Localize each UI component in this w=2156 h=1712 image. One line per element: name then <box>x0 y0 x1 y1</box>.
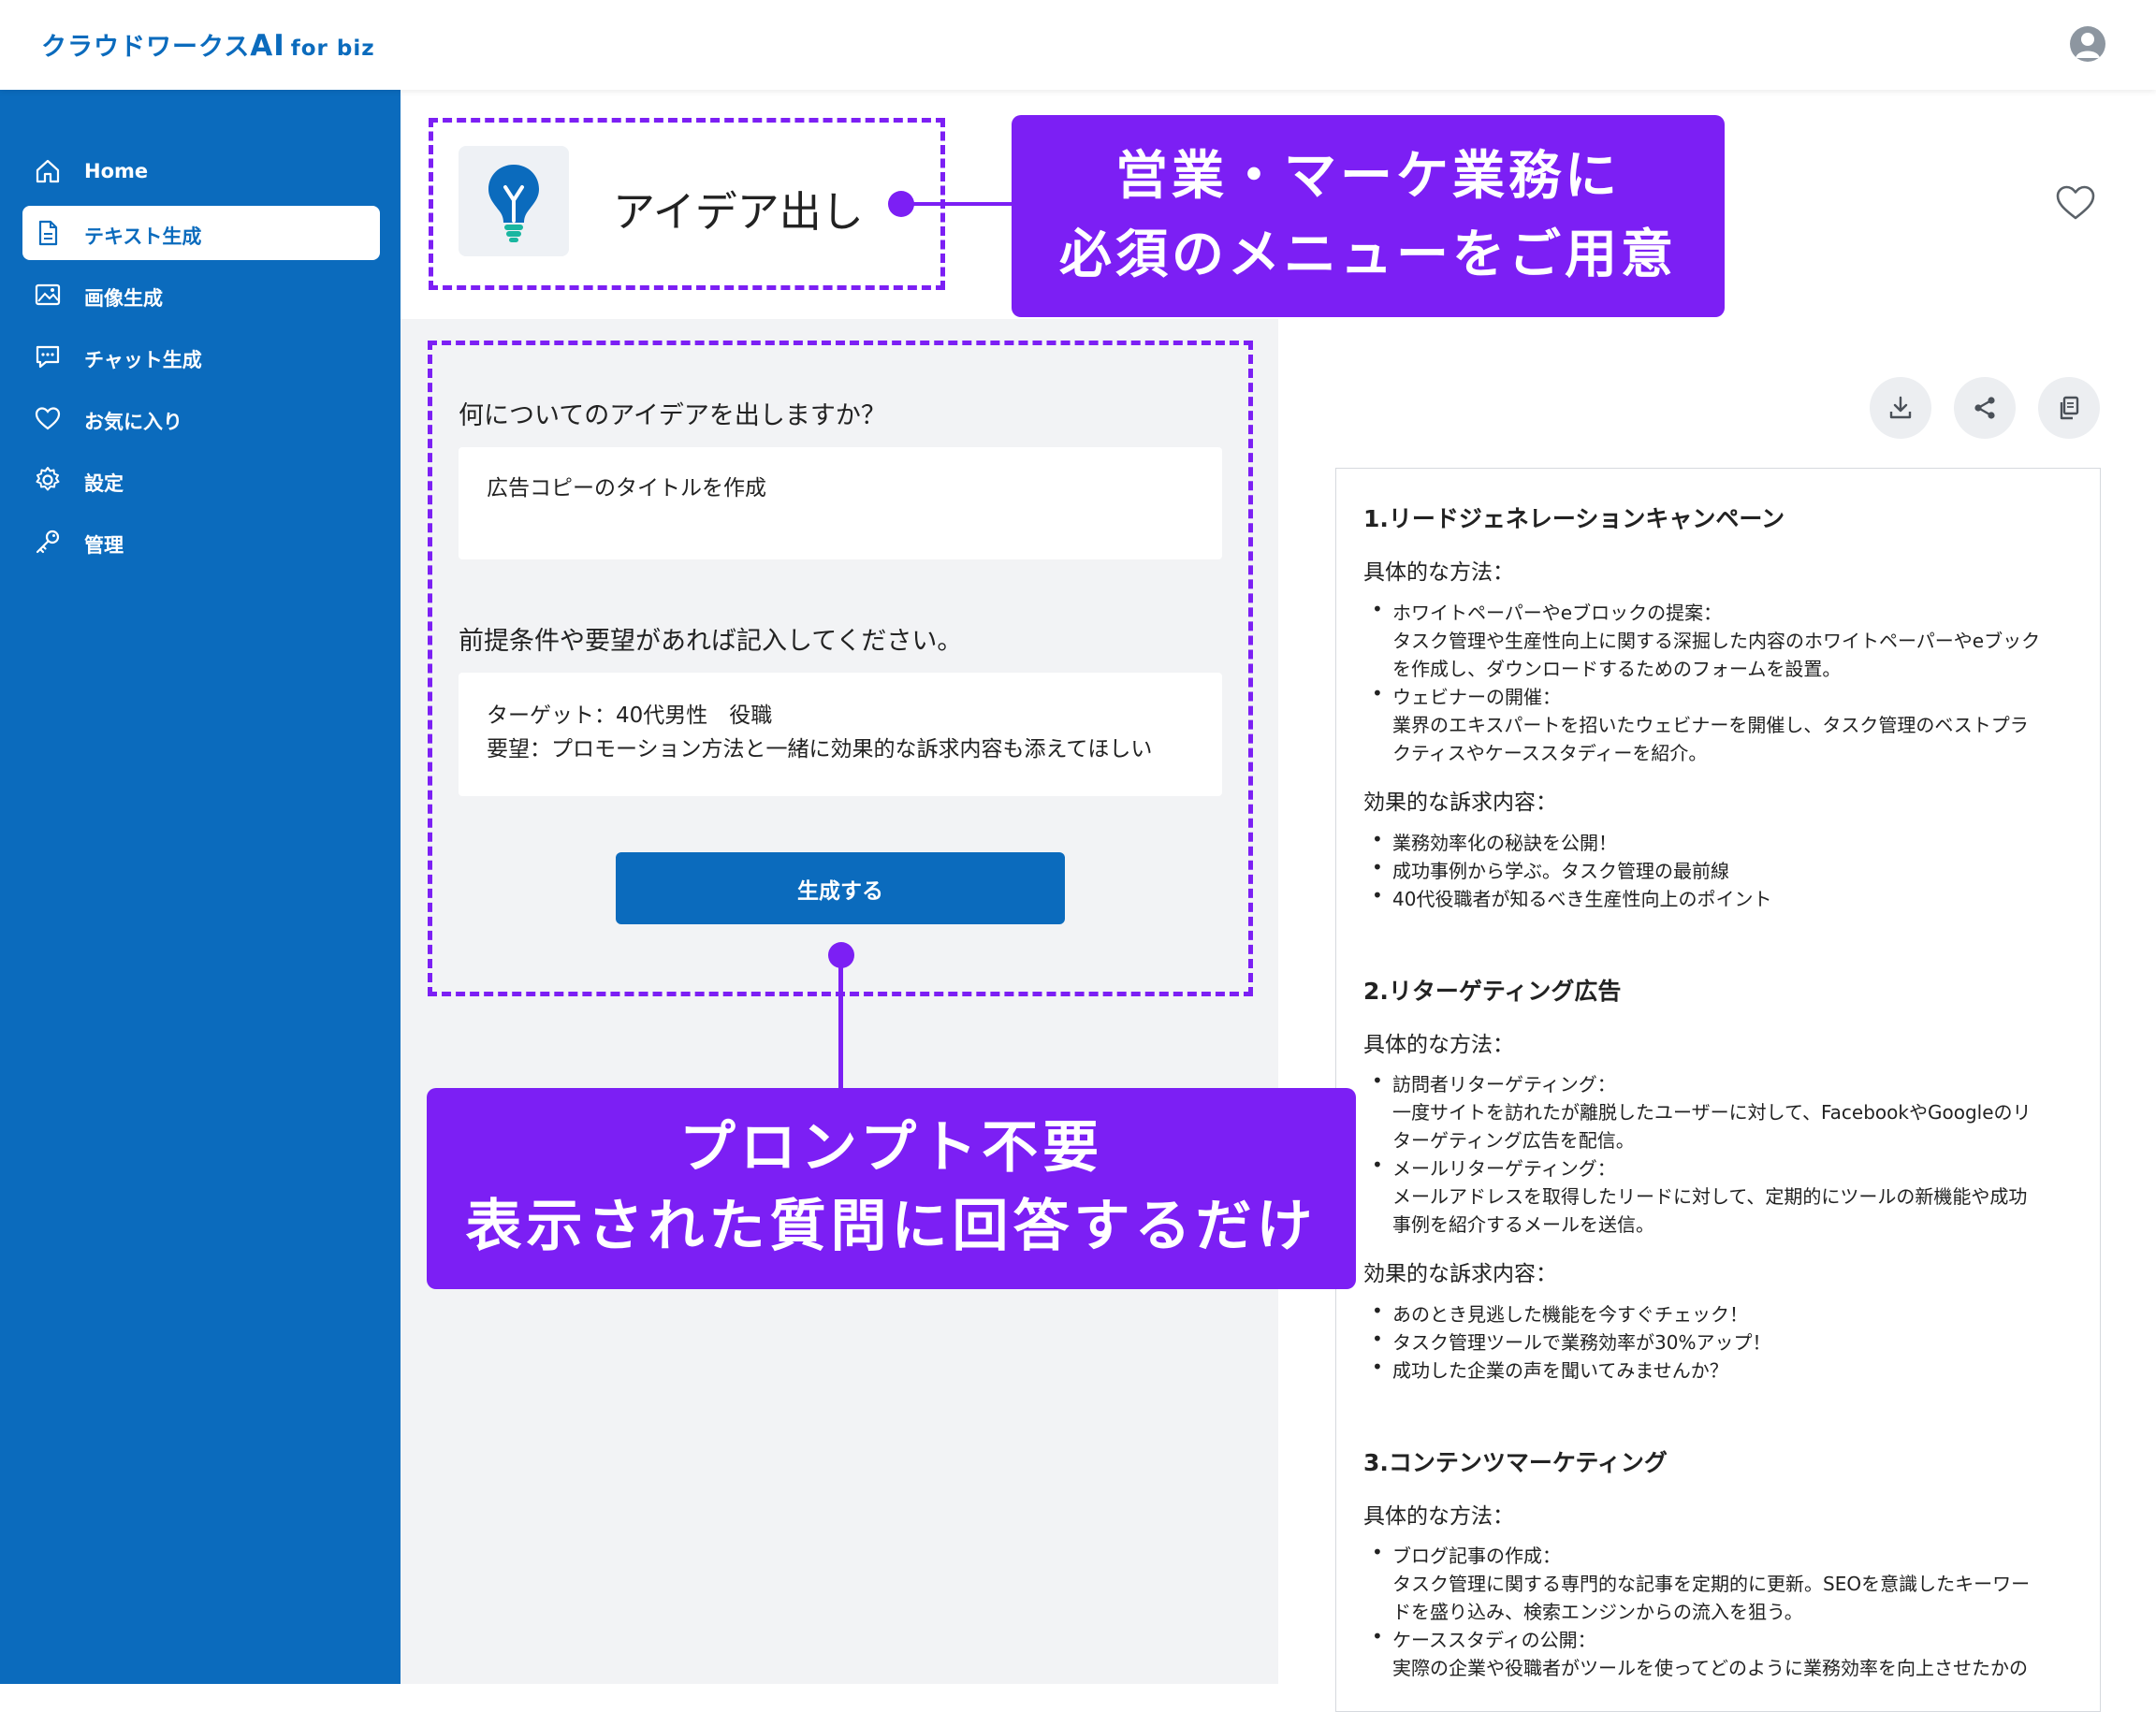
sidebar-item-label: お気に入り <box>84 411 182 433</box>
result-heading: 2.リターゲティング広告 <box>1363 978 1622 1005</box>
home-icon <box>36 159 60 183</box>
logo-biz: for biz <box>290 36 375 61</box>
download-button[interactable] <box>1870 377 1931 439</box>
share-button[interactable] <box>1954 377 2016 439</box>
callout-menu: 営業・マーケ業務に 必須のメニューをご用意 <box>1012 115 1725 317</box>
sidebar-item-chat-generation[interactable]: チャット生成 <box>22 329 380 384</box>
logo-text: クラウドワークス <box>41 33 251 62</box>
result-bullet-text: あのとき見逃した機能を今すぐチェック！ <box>1392 1303 1748 1326</box>
result-bullet-text: メールリターゲティング： <box>1392 1157 1616 1180</box>
sidebar-item-label: 画像生成 <box>84 287 163 310</box>
sidebar-item-home[interactable]: Home <box>22 144 380 198</box>
result-bullet-text: タスク管理ツールで業務効率が30%アップ！ <box>1392 1331 1771 1354</box>
image-icon <box>35 283 61 306</box>
result-text: クティスやケーススタディーを紹介。 <box>1392 742 1708 764</box>
highlight-frame-form <box>428 341 1253 996</box>
sidebar-item-image-generation[interactable]: 画像生成 <box>22 268 380 322</box>
result-bullet-text: 訪問者リターゲティング： <box>1392 1073 1616 1095</box>
result-bullet-text: 40代役職者が知るべき生産性向上のポイント <box>1392 888 1772 910</box>
result-text: タスク管理に関する専門的な記事を定期的に更新。SEOを意識したキーワー <box>1392 1573 2031 1595</box>
heart-outline-icon[interactable] <box>2055 183 2096 221</box>
callout-line: 表示された質問に回答するだけ <box>465 1194 1318 1259</box>
download-icon <box>1889 396 1912 419</box>
result-subheading: 効果的な訴求内容： <box>1363 1262 1557 1286</box>
result-subheading: 具体的な方法： <box>1363 1504 1514 1529</box>
document-icon <box>38 220 58 246</box>
sidebar-item-label: テキスト生成 <box>84 225 202 248</box>
sidebar-item-text-generation[interactable]: テキスト生成 <box>22 206 380 260</box>
result-bullet-text: ブログ記事の作成： <box>1392 1545 1561 1567</box>
gear-icon <box>36 467 60 491</box>
result-bullet-text: 成功した企業の声を聞いてみませんか？ <box>1392 1359 1728 1382</box>
result-text: ターゲティング広告を配信。 <box>1392 1129 1635 1152</box>
sidebar-item-label: 管理 <box>84 534 124 557</box>
app-header: クラウドワークスAI for biz <box>0 0 2156 90</box>
copy-icon <box>2060 396 2079 420</box>
result-heading: 1.リードジェネレーションキャンペーン <box>1363 505 1785 532</box>
result-bullet-text: 成功事例から学ぶ。タスク管理の最前線 <box>1392 860 1729 882</box>
result-subheading: 具体的な方法： <box>1363 1033 1514 1057</box>
result-text: 実際の企業や役職者がツールを使ってどのように業務効率を向上させたかの <box>1392 1657 2028 1679</box>
copy-button[interactable] <box>2038 377 2100 439</box>
logo-ai: AI <box>250 29 285 63</box>
callout-line: 営業・マーケ業務に <box>1115 146 1621 207</box>
user-avatar-icon[interactable] <box>2070 26 2105 62</box>
sidebar-item-admin[interactable]: 管理 <box>22 515 380 569</box>
result-text: タスク管理や生産性向上に関する深掘した内容のホワイトペーパーやeブック <box>1392 630 2041 652</box>
result-bullet-text: ケーススタディの公開： <box>1392 1629 1596 1651</box>
result-subheading: 効果的な訴求内容： <box>1363 791 1557 815</box>
result-text: 業界のエキスパートを招いたウェビナーを開催し、タスク管理のベストプラ <box>1392 714 2029 736</box>
result-subheading: 具体的な方法： <box>1363 560 1514 585</box>
sidebar-item-label: チャット生成 <box>84 349 202 371</box>
result-text: を作成し、ダウンロードするためのフォームを設置。 <box>1392 658 1842 680</box>
callout-line: 必須のメニューをご用意 <box>1059 225 1677 285</box>
sidebar-item-settings[interactable]: 設定 <box>22 453 380 507</box>
result-text: ドを盛り込み、検索エンジンからの流入を狙う。 <box>1392 1601 1803 1623</box>
callout-no-prompt: プロンプト不要 表示された質問に回答するだけ <box>427 1088 1356 1289</box>
result-text: 事例を紹介するメールを送信。 <box>1392 1213 1654 1236</box>
result-bullet-text: ウェビナーの開催： <box>1392 686 1561 708</box>
callout-line: プロンプト不要 <box>678 1115 1104 1181</box>
result-bullet-text: ホワイトペーパーやeブロックの提案： <box>1392 602 1723 624</box>
result-text: メールアドレスを取得したリードに対して、定期的にツールの新機能や成功 <box>1392 1185 2028 1208</box>
app-logo[interactable]: クラウドワークスAI for biz <box>41 26 375 63</box>
result-heading: 3.コンテンツマーケティング <box>1363 1449 1668 1476</box>
connector-line <box>900 202 1012 206</box>
sidebar-item-favorites[interactable]: お気に入り <box>22 391 380 445</box>
connector-line <box>838 954 843 1090</box>
highlight-frame-title <box>429 118 945 290</box>
key-icon <box>36 530 60 554</box>
chat-icon <box>36 345 60 369</box>
result-bullet-text: 業務効率化の秘訣を公開！ <box>1392 832 1617 854</box>
share-icon <box>1974 397 1995 419</box>
sidebar-item-label: Home <box>84 160 149 182</box>
result-text: 一度サイトを訪れたが離脱したユーザーに対して、FacebookやGoogleのリ <box>1392 1101 2032 1124</box>
heart-icon <box>35 407 61 430</box>
sidebar-item-label: 設定 <box>84 472 124 495</box>
